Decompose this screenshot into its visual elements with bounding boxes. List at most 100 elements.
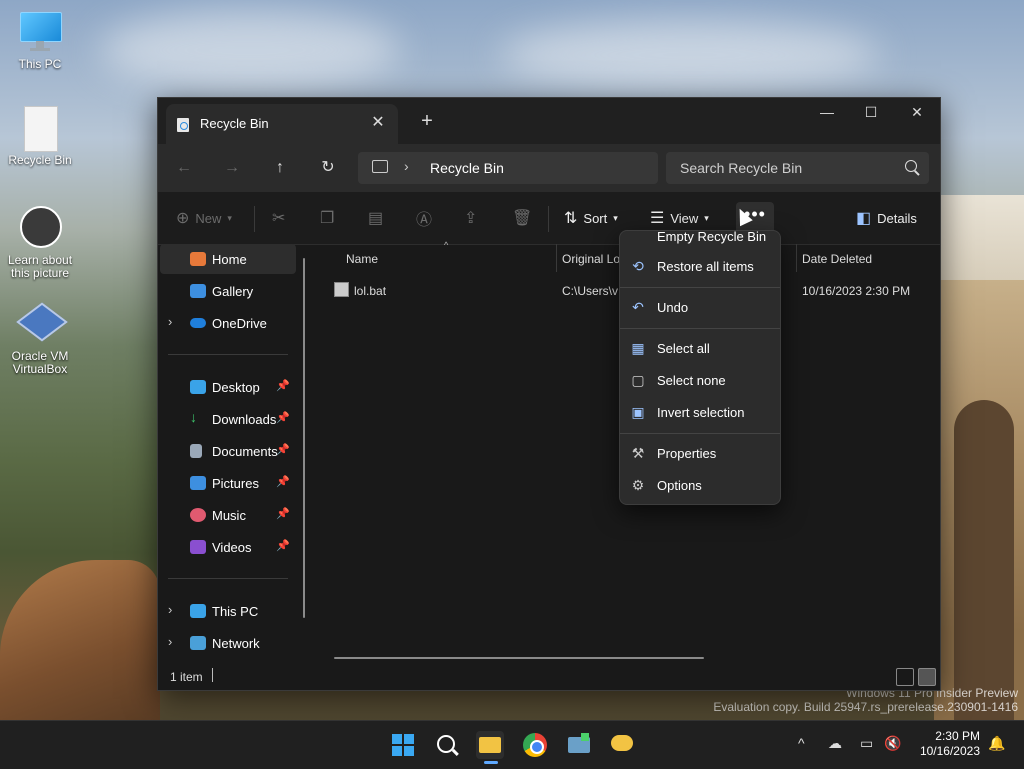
cut-button[interactable]: ✂	[272, 206, 285, 230]
gear-icon: ⚙	[631, 477, 645, 493]
network-app-taskbar-button[interactable]	[565, 731, 593, 759]
maximize-button[interactable]: ☐	[848, 98, 894, 128]
camera-icon	[18, 206, 62, 250]
recycle-bin-icon	[176, 116, 190, 132]
menu-divider	[620, 433, 780, 434]
chevron-right-icon[interactable]: ›	[168, 314, 172, 329]
desktop-icon	[190, 380, 206, 394]
address-bar[interactable]: › Recycle Bin	[358, 152, 658, 184]
refresh-button[interactable]: ↻	[316, 156, 340, 180]
document-icon	[190, 444, 202, 458]
sort-up-icon: ^	[444, 240, 449, 250]
view-lines-icon: ☰	[650, 210, 665, 227]
sidebar-item-desktop[interactable]: Desktop 📌	[160, 372, 296, 402]
clock-time: 2:30 PM	[935, 729, 980, 743]
file-name: lol.bat	[354, 284, 387, 298]
sidebar-item-network[interactable]: › Network	[160, 628, 296, 658]
sidebar-item-downloads[interactable]: ↓ Downloads 📌	[160, 404, 296, 434]
select-all-icon: ▦	[631, 340, 645, 356]
pin-icon[interactable]: 📌	[276, 507, 290, 520]
chat-app-taskbar-button[interactable]	[608, 731, 636, 759]
sidebar-item-videos[interactable]: Videos 📌	[160, 532, 296, 562]
chevron-up-icon[interactable]: ^	[798, 735, 805, 751]
sidebar-divider	[168, 578, 288, 579]
sidebar-item-pictures[interactable]: Pictures 📌	[160, 468, 296, 498]
desktop-icon-virtualbox[interactable]: Oracle VM VirtualBox	[2, 302, 78, 376]
pin-icon[interactable]: 📌	[276, 475, 290, 488]
recycle-bin-icon	[18, 106, 62, 152]
tab-recycle-bin[interactable]: Recycle Bin ✕	[166, 104, 398, 144]
chevron-down-icon: ▾	[227, 212, 232, 223]
monitor-icon	[190, 604, 206, 618]
file-original-location: C:\Users\v	[562, 284, 619, 298]
sort-icon: ⇅	[564, 210, 578, 227]
notification-bell-icon[interactable]: 🔔	[988, 735, 1005, 752]
horizontal-scrollbar[interactable]	[334, 657, 704, 659]
title-bar[interactable]: Recycle Bin ✕ + — ☐ ✕	[158, 98, 940, 144]
close-window-button[interactable]: ✕	[894, 98, 940, 128]
copy-icon: ❐	[320, 210, 335, 227]
back-button[interactable]: ←	[172, 156, 196, 180]
menu-item-invert-selection[interactable]: ▣ Invert selection	[624, 397, 776, 427]
sidebar-item-gallery[interactable]: Gallery	[160, 276, 296, 306]
tab-label: Recycle Bin	[200, 116, 269, 131]
tiles-view-toggle-icon[interactable]	[918, 668, 936, 686]
virtualbox-icon	[16, 302, 68, 346]
paste-button[interactable]: ▤	[368, 206, 383, 230]
chevron-right-icon[interactable]: ›	[168, 602, 172, 617]
minimize-button[interactable]: —	[804, 98, 850, 128]
details-pane-button[interactable]: ◧ Details	[856, 206, 917, 230]
sidebar-item-home[interactable]: Home	[160, 244, 296, 274]
desktop-icon-learn-picture[interactable]: Learn about this picture	[2, 206, 78, 280]
menu-item-empty-recycle-bin[interactable]: Empty Recycle Bin	[624, 231, 776, 251]
command-bar: ⊕ New ▾ ✂ ❐ ▤ Ⓐ ⇪ 🗑 ⇅ Sort ▾ ☰ View ▾ ••…	[158, 192, 940, 245]
share-button[interactable]: ⇪	[464, 206, 477, 230]
column-divider[interactable]	[796, 244, 797, 272]
menu-item-undo[interactable]: ↶ Undo	[624, 292, 776, 322]
status-divider	[212, 668, 213, 682]
details-view-toggle-icon[interactable]	[896, 668, 914, 686]
search-button[interactable]	[433, 731, 461, 759]
volume-muted-icon[interactable]: 🔇	[884, 735, 901, 752]
breadcrumb-recycle-bin[interactable]: Recycle Bin	[430, 160, 504, 176]
music-icon	[190, 508, 206, 522]
copy-button[interactable]: ❐	[320, 206, 334, 230]
chevron-right-icon[interactable]: ›	[168, 634, 172, 649]
network-status-icon[interactable]: ▭	[860, 735, 873, 752]
network-icon	[190, 636, 206, 650]
pin-icon[interactable]: 📌	[276, 443, 290, 456]
sidebar-scrollbar[interactable]	[303, 258, 305, 618]
menu-item-select-none[interactable]: ▢ Select none	[624, 365, 776, 395]
menu-item-properties[interactable]: ⚒ Properties	[624, 438, 776, 468]
menu-item-restore-all[interactable]: ⟲ Restore all items	[624, 251, 776, 281]
desktop-icon-recycle-bin[interactable]: Recycle Bin	[2, 106, 78, 167]
sidebar-item-music[interactable]: Music 📌	[160, 500, 296, 530]
delete-button[interactable]: 🗑	[512, 206, 532, 230]
pin-icon[interactable]: 📌	[276, 411, 290, 424]
up-button[interactable]: ↑	[268, 156, 292, 180]
forward-button[interactable]: →	[220, 156, 244, 180]
sidebar-item-documents[interactable]: Documents 📌	[160, 436, 296, 466]
start-button[interactable]	[389, 731, 417, 759]
sidebar-item-onedrive[interactable]: › OneDrive	[160, 308, 296, 338]
column-divider[interactable]	[556, 244, 557, 272]
file-explorer-taskbar-button[interactable]	[476, 731, 504, 764]
search-input[interactable]: Search Recycle Bin	[666, 152, 929, 184]
desktop-icon-this-pc[interactable]: This PC	[2, 10, 78, 71]
onedrive-status-icon[interactable]: ☁	[828, 735, 842, 752]
tab-close-button[interactable]: ✕	[368, 113, 388, 133]
wrench-icon: ⚒	[631, 445, 645, 461]
menu-item-options[interactable]: ⚙ Options	[624, 470, 776, 500]
menu-item-select-all[interactable]: ▦ Select all	[624, 333, 776, 363]
pin-icon[interactable]: 📌	[276, 539, 290, 552]
cloud-icon	[190, 318, 206, 328]
clock[interactable]: 2:30 PM 10/16/2023	[920, 729, 980, 759]
pin-icon[interactable]: 📌	[276, 379, 290, 392]
new-tab-button[interactable]: +	[416, 110, 438, 132]
new-button[interactable]: ⊕ New ▾	[176, 206, 232, 230]
sidebar-item-this-pc[interactable]: › This PC	[160, 596, 296, 626]
rename-button[interactable]: Ⓐ	[416, 206, 432, 230]
chrome-taskbar-button[interactable]	[521, 731, 549, 759]
sort-button[interactable]: ⇅ Sort ▾	[564, 206, 618, 230]
view-button[interactable]: ☰ View ▾	[650, 206, 709, 230]
